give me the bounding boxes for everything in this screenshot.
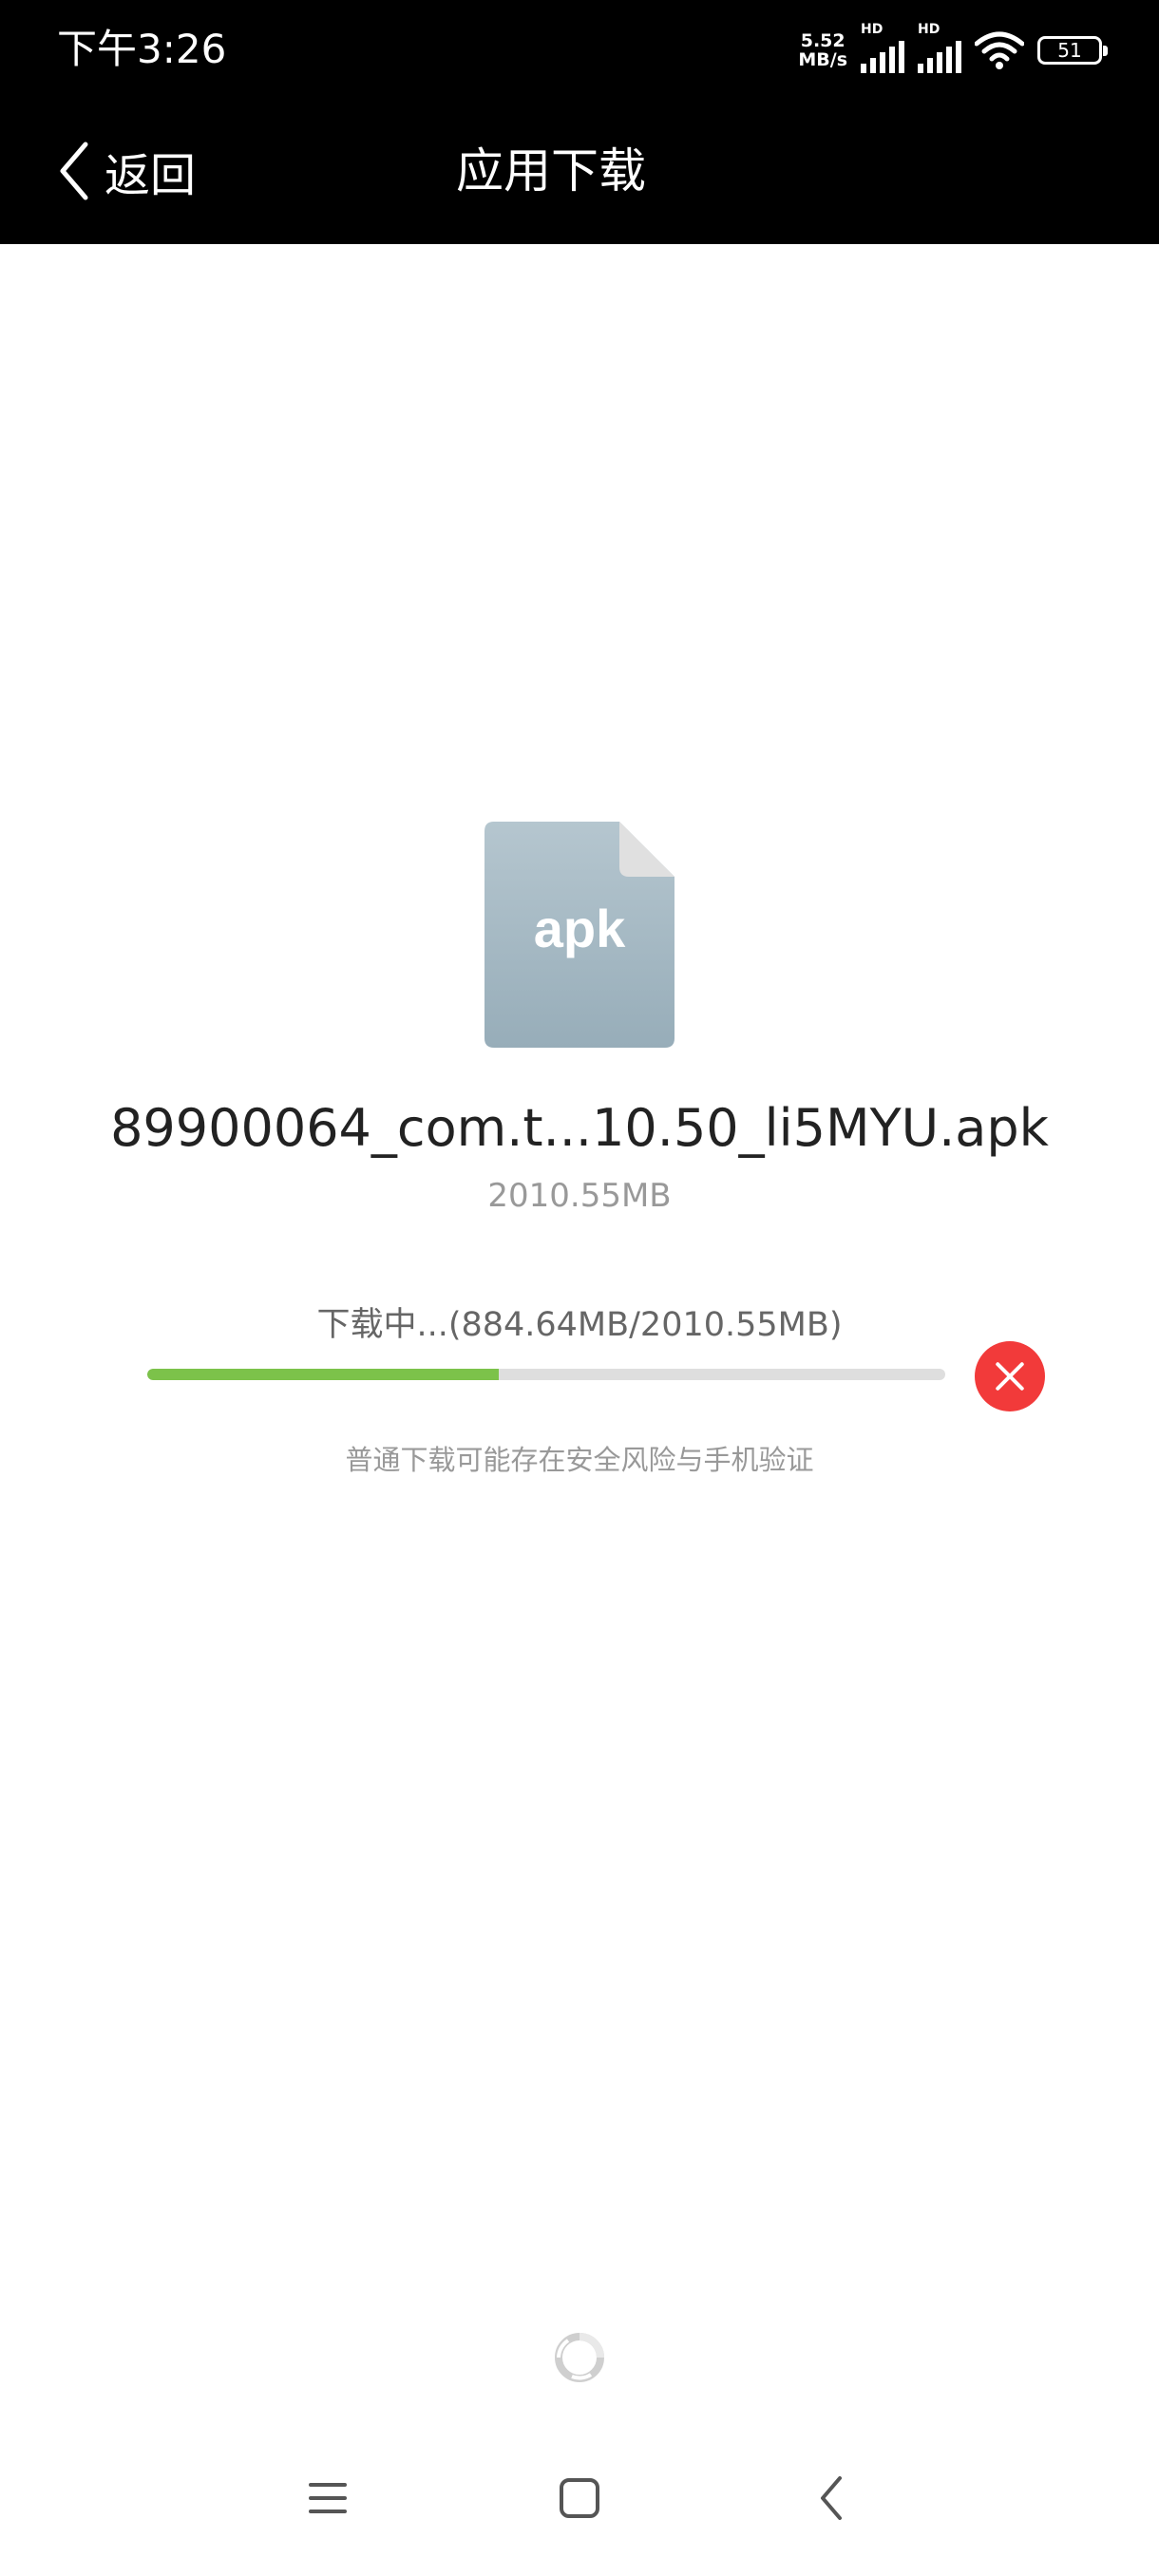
system-nav-bar <box>0 2432 1159 2576</box>
file-name: 89900064_com.t...10.50_li5MYU.apk <box>110 1098 1049 1158</box>
battery-icon: 51 <box>1037 36 1108 65</box>
status-bar: 下午3:26 5.52 MB/s HD HD 51 <box>0 0 1159 100</box>
status-time: 下午3:26 <box>57 26 227 72</box>
wifi-icon <box>975 31 1024 69</box>
cancel-download-button[interactable] <box>975 1341 1045 1411</box>
signal-hd-label: HD <box>861 22 884 37</box>
file-size: 2010.55MB <box>487 1177 672 1215</box>
nav-home-button[interactable] <box>537 2455 622 2541</box>
file-type-label: apk <box>534 899 626 958</box>
menu-icon <box>309 2483 347 2513</box>
download-progress-bar <box>147 1369 945 1380</box>
network-speed: 5.52 MB/s <box>798 31 847 69</box>
nav-menu-button[interactable] <box>285 2455 370 2541</box>
download-progress-text: 下载中...(884.64MB/2010.55MB) <box>316 1306 843 1344</box>
nav-back-button[interactable] <box>788 2455 874 2541</box>
signal-icon: HD <box>861 22 904 73</box>
security-notice: 普通下载可能存在安全风险与手机验证 <box>345 1444 814 1476</box>
download-progress-fill <box>147 1369 499 1380</box>
app-bar: 返回 应用下载 <box>0 100 1159 244</box>
signal-icon-2: HD <box>918 22 961 73</box>
network-speed-value: 5.52 <box>800 30 846 51</box>
home-icon <box>560 2478 599 2518</box>
network-speed-unit: MB/s <box>798 49 847 70</box>
back-icon <box>821 2476 842 2520</box>
page-title: 应用下载 <box>456 143 646 199</box>
status-icons: 5.52 MB/s HD HD 51 <box>798 22 1108 74</box>
apk-file-icon: apk <box>484 822 674 1048</box>
signal-hd-label-2: HD <box>918 22 940 37</box>
loading-icon <box>555 2333 604 2382</box>
